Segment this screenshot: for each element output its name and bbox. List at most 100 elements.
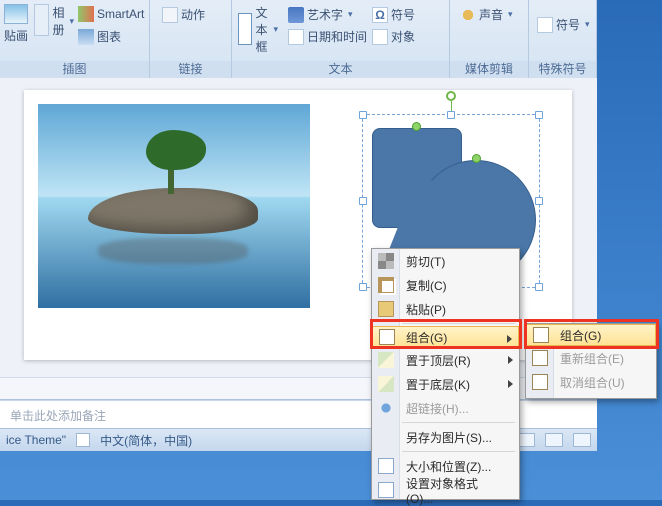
submenu-group: 组合(G) 重新组合(E) 取消组合(U) [525,323,657,399]
symbol-button[interactable]: Ω 符号 [372,6,415,23]
spellcheck-icon[interactable] [76,433,90,447]
inserted-picture[interactable] [38,104,310,308]
group-title-text: 文本 [232,61,449,78]
special-symbol-label: 符号 [556,16,580,33]
action-button[interactable]: 动作 [162,6,205,23]
menu-paste[interactable]: 粘贴(P) [372,297,519,321]
datetime-button[interactable]: 日期和时间 [288,28,367,45]
group-title-link: 链接 [150,61,231,78]
hyperlink-icon [378,400,394,416]
menu-label: 粘贴(P) [406,301,446,318]
ribbon-group-media: 声音▾ 媒体剪辑 [450,0,529,78]
photo-reflection [98,238,248,264]
group-title-illust: 插图 [0,61,149,78]
textbox-icon [238,13,252,45]
menu-label: 置于顶层(R) [406,352,471,369]
menu-copy[interactable]: 复制(C) [372,273,519,297]
view-sorter-button[interactable] [545,433,563,447]
submenu-arrow-icon [508,356,513,364]
menu-cut[interactable]: 剪切(T) [372,249,519,273]
wordart-button[interactable]: 艺术字 ▾ [288,6,353,23]
chevron-down-icon: ▾ [69,16,74,27]
context-menu: 剪切(T) 复制(C) 粘贴(P) 组合(G) 置于顶层(R) 置于底层(K) … [371,248,520,500]
resize-handle[interactable] [447,111,455,119]
sound-button[interactable]: 声音▾ [460,6,513,23]
album-label: 相册 [52,4,64,38]
chevron-down-icon: ▾ [585,19,590,30]
format-icon [378,482,394,498]
regroup-icon [532,350,548,366]
rotate-stem [451,101,452,111]
rotate-handle[interactable] [446,91,456,101]
bring-front-icon [378,352,394,368]
album-button[interactable]: 相册 ▾ [34,4,74,38]
ribbon-group-special: 符号 ▾ 特殊符号 [529,0,597,78]
resize-handle[interactable] [535,283,543,291]
menu-label: 重新组合(E) [560,350,624,367]
resize-handle[interactable] [535,197,543,205]
menu-label: 大小和位置(Z)... [406,458,491,475]
datetime-label: 日期和时间 [307,28,367,45]
menu-separator [402,422,515,423]
clipart-icon [4,4,28,24]
menu-label: 剪切(T) [406,253,445,270]
ribbon-group-illustrations: 贴画 相册 ▾ SmartArt 图表 插图 [0,0,150,78]
chevron-down-icon: ▾ [348,9,353,20]
photo-tree-crown [146,130,206,170]
chart-button[interactable]: 图表 [78,28,121,45]
wordart-icon [288,7,304,23]
paste-icon [378,301,394,317]
view-slideshow-button[interactable] [573,433,591,447]
menu-send-back[interactable]: 置于底层(K) [372,372,519,396]
group-icon [379,329,395,345]
special-symbol-button[interactable]: 符号 ▾ [537,16,590,33]
group-title-media: 媒体剪辑 [450,61,528,78]
wordart-label: 艺术字 [307,6,343,23]
resize-handle[interactable] [535,111,543,119]
menu-label: 超链接(H)... [406,400,469,417]
symbol-label: 符号 [391,6,415,23]
rotate-handle[interactable] [472,154,481,163]
resize-handle[interactable] [359,111,367,119]
menu-label: 另存为图片(S)... [406,429,492,446]
resize-handle[interactable] [359,283,367,291]
smartart-button[interactable]: SmartArt [78,6,144,22]
menu-hyperlink: 超链接(H)... [372,396,519,420]
menu-group[interactable]: 组合(G) [372,326,519,348]
textbox-button[interactable]: 文本框 ▾ [238,4,278,55]
sound-icon [460,7,476,23]
smartart-label: SmartArt [97,7,144,21]
datetime-icon [288,29,304,45]
album-icon [34,4,49,36]
action-icon [162,7,178,23]
menu-label: 设置对象格式(O)... [406,475,497,506]
special-symbol-icon [537,17,553,33]
status-language[interactable]: 中文(简体，中国) [100,432,192,449]
size-icon [378,458,394,474]
submenu-group-item[interactable]: 组合(G) [526,324,656,346]
menu-bring-front[interactable]: 置于顶层(R) [372,348,519,372]
symbol-icon: Ω [372,7,388,23]
object-icon [372,29,388,45]
group-title-special: 特殊符号 [529,61,596,78]
status-theme: ice Theme" [6,433,66,447]
menu-format-object[interactable]: 设置对象格式(O)... [372,478,519,502]
menu-label: 复制(C) [406,277,447,294]
textbox-label: 文本框 [255,4,269,55]
submenu-arrow-icon [508,380,513,388]
resize-handle[interactable] [359,197,367,205]
menu-separator [402,323,515,324]
ungroup-icon [532,374,548,390]
action-label: 动作 [181,6,205,23]
chevron-down-icon: ▾ [273,24,278,35]
rotate-handle[interactable] [412,122,421,131]
submenu-ungroup: 取消组合(U) [526,370,656,394]
menu-label: 组合(G) [560,327,601,344]
submenu-arrow-icon [507,335,512,343]
send-back-icon [378,376,394,392]
object-button[interactable]: 对象 [372,28,415,45]
clipart-button[interactable]: 贴画 [4,4,28,44]
menu-separator [402,451,515,452]
submenu-regroup: 重新组合(E) [526,346,656,370]
menu-save-as-picture[interactable]: 另存为图片(S)... [372,425,519,449]
